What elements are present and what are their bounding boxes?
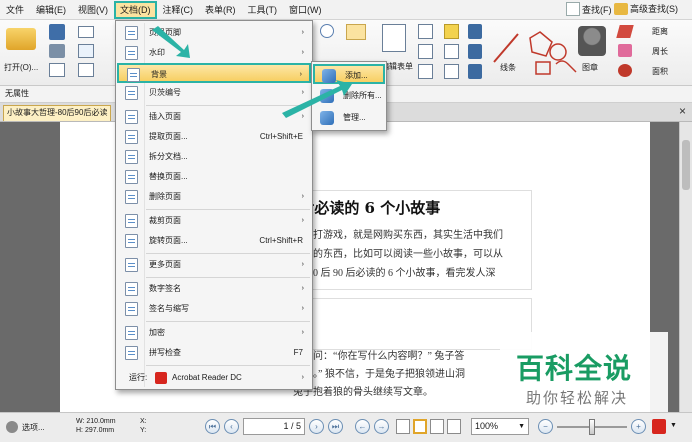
zoom-slider-handle[interactable] (589, 419, 595, 435)
continuous-page-icon[interactable] (413, 419, 427, 434)
next-page-button[interactable]: › (309, 419, 324, 434)
continuous-facing-icon[interactable] (447, 419, 461, 434)
previous-page-button[interactable]: ‹ (224, 419, 239, 434)
back-button[interactable]: ← (355, 419, 370, 434)
width-label: W: 210.0mm (76, 418, 116, 425)
y-label: Y: (140, 427, 147, 434)
status-bar: 选项... W: 210.0mm H: 297.0mm X: Y: ⏮ ‹ 1 … (0, 412, 692, 442)
zoom-in-button[interactable]: + (631, 419, 646, 434)
pdf-icon[interactable] (652, 419, 666, 434)
last-page-button[interactable]: ⏭ (328, 419, 343, 434)
facing-page-icon[interactable] (430, 419, 444, 434)
single-page-icon[interactable] (396, 419, 410, 434)
zoom-out-button[interactable]: − (538, 419, 553, 434)
page-number-field[interactable]: 1 / 5 (243, 418, 305, 435)
arrow-to-add-icon (282, 80, 352, 118)
zoom-value: 100% (475, 421, 499, 431)
x-label: X: (140, 418, 147, 425)
height-label: H: 297.0mm (76, 427, 115, 434)
chevron-down-icon: ▼ (518, 423, 525, 430)
gear-icon[interactable] (6, 421, 18, 433)
forward-button[interactable]: → (374, 419, 389, 434)
zoom-select[interactable]: 100% ▼ (471, 418, 529, 435)
watermark-subtitle: 助你轻松解决 (526, 390, 629, 407)
options-label[interactable]: 选项... (22, 423, 45, 432)
arrow-to-background-icon (152, 26, 190, 58)
chevron-down-icon[interactable]: ▼ (670, 422, 677, 429)
site-watermark: 百科全说 助你轻松解决 (500, 332, 668, 412)
first-page-button[interactable]: ⏮ (205, 419, 220, 434)
watermark-title: 百科全说 (516, 352, 633, 385)
